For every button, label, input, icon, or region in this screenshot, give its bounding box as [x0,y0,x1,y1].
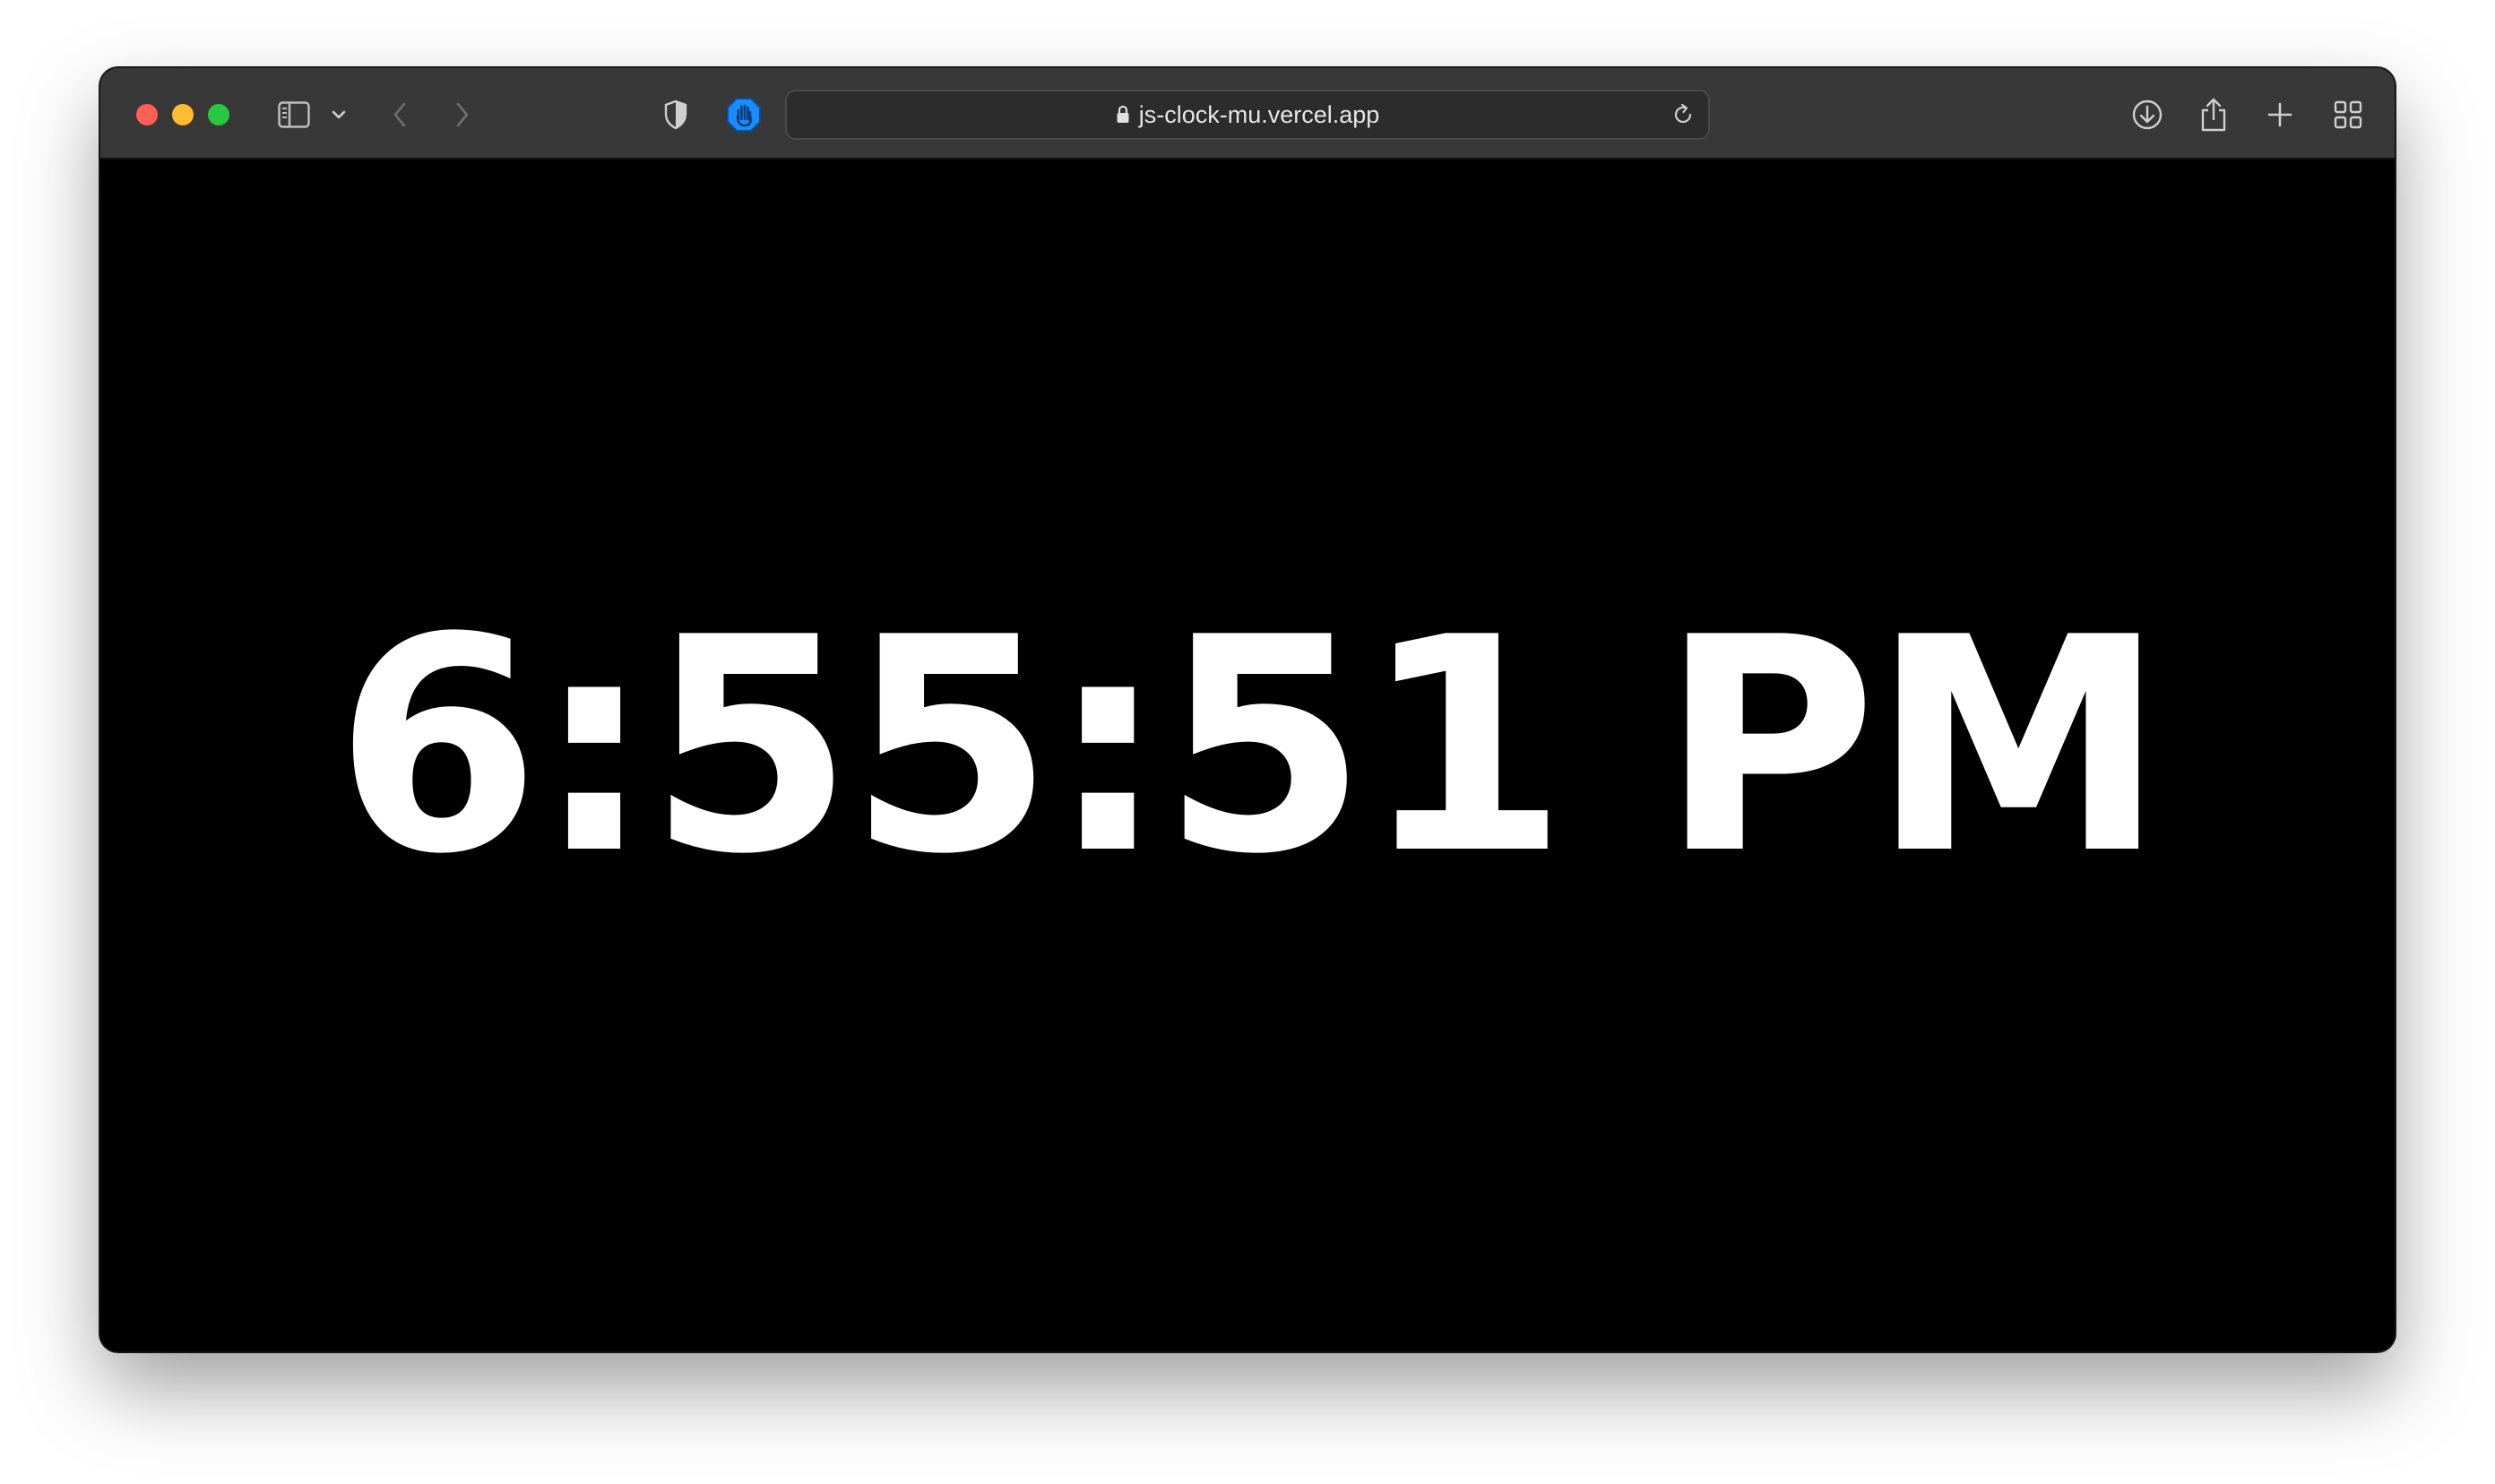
reload-icon[interactable] [1671,102,1696,132]
hand-stop-icon[interactable] [724,93,764,136]
chevron-left-icon[interactable] [389,93,410,136]
close-window-button[interactable] [136,104,158,125]
clock-display: 6:55:51 PM [334,574,2165,919]
chevron-down-icon[interactable] [330,93,348,136]
browser-window: js-clock-mu.vercel.app 6:55:51 PM [100,68,2395,1351]
download-icon[interactable] [2129,93,2165,136]
chevron-right-icon[interactable] [452,93,473,136]
minimize-window-button[interactable] [172,104,194,125]
page-content: 6:55:51 PM [100,160,2395,1351]
address-bar[interactable]: js-clock-mu.vercel.app [785,90,1710,140]
shield-icon[interactable] [661,93,690,136]
plus-icon[interactable] [2266,93,2294,136]
share-icon[interactable] [2197,93,2230,136]
grid-icon[interactable] [2332,93,2364,136]
url-text: js-clock-mu.vercel.app [1138,100,1380,128]
lock-icon [1116,105,1130,125]
browser-toolbar: js-clock-mu.vercel.app [100,68,2395,160]
sidebar-icon[interactable] [276,93,312,136]
maximize-window-button[interactable] [208,104,229,125]
